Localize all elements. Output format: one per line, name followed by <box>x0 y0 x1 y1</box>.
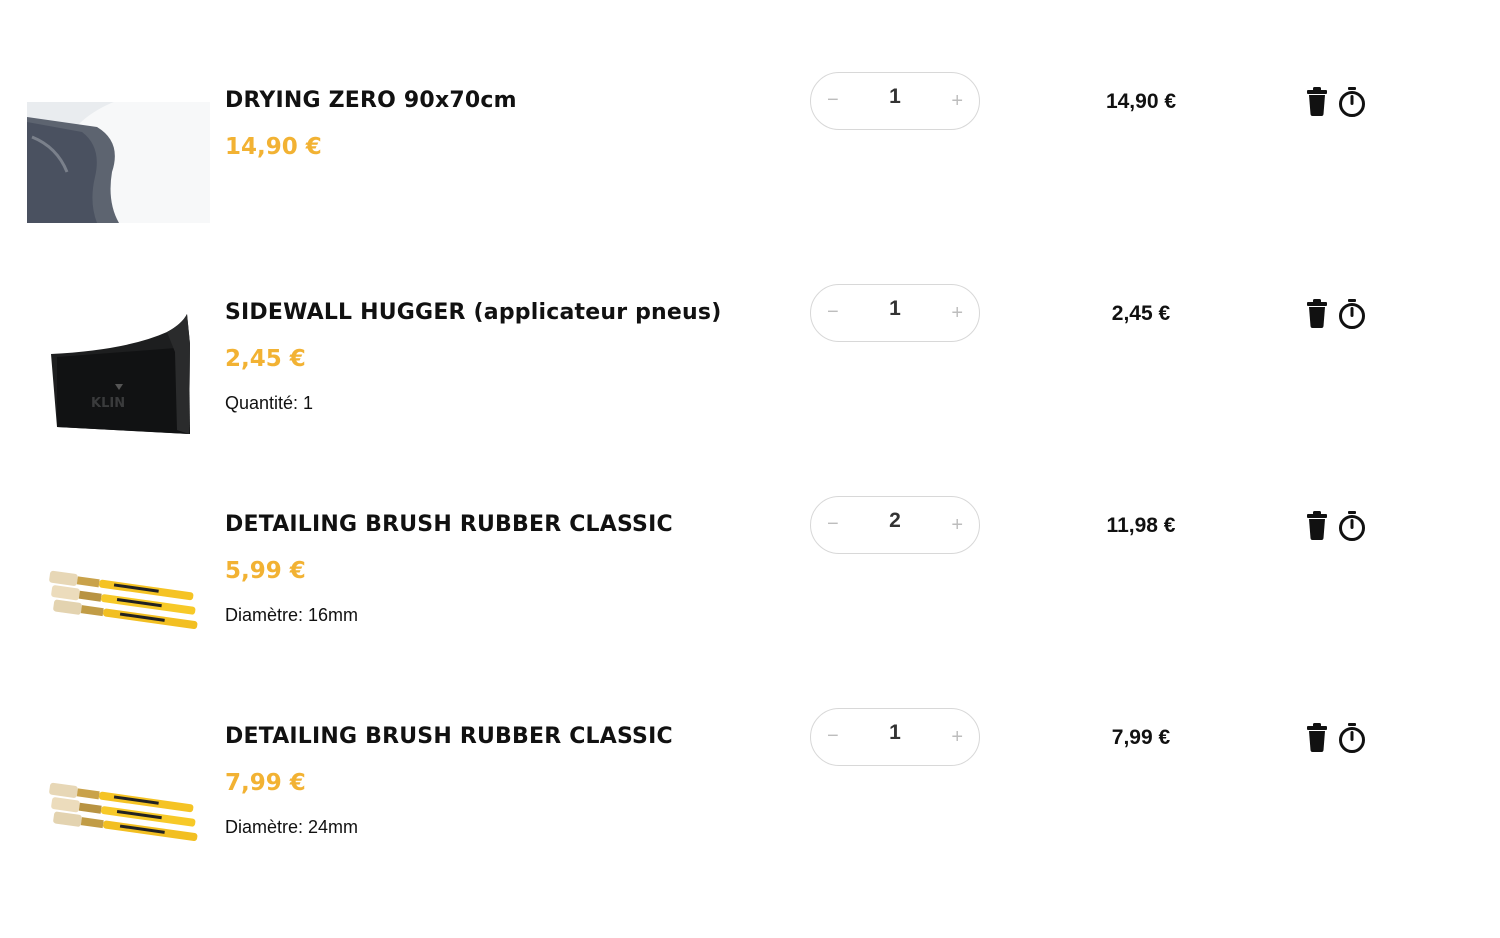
product-image[interactable] <box>27 772 210 852</box>
trash-icon[interactable] <box>1305 86 1329 116</box>
cart-list: DRYING ZERO 90x70cm 14,90 € − 1 + 14,90 … <box>0 0 1500 938</box>
stopwatch-icon[interactable] <box>1337 298 1367 330</box>
stopwatch-icon[interactable] <box>1337 722 1367 754</box>
unit-price: 2,45 € <box>225 346 306 372</box>
increase-quantity-button[interactable]: + <box>951 302 963 324</box>
unit-price: 7,99 € <box>225 770 306 796</box>
stopwatch-icon[interactable] <box>1337 510 1367 542</box>
trash-icon[interactable] <box>1305 510 1329 540</box>
item-actions <box>1305 722 1369 754</box>
increase-quantity-button[interactable]: + <box>951 514 963 536</box>
product-title[interactable]: DETAILING BRUSH RUBBER CLASSIC <box>225 512 673 537</box>
cart-item: KLIN SIDEWALL HUGGER (applicateur pneus)… <box>0 284 1500 512</box>
stopwatch-icon[interactable] <box>1337 86 1367 118</box>
cart-item: DRYING ZERO 90x70cm 14,90 € − 1 + 14,90 … <box>0 72 1500 300</box>
quantity-stepper: − 2 + <box>810 496 980 554</box>
trash-icon[interactable] <box>1305 298 1329 328</box>
product-image[interactable]: KLIN <box>27 312 210 437</box>
trash-icon[interactable] <box>1305 722 1329 752</box>
line-total: 11,98 € <box>1106 514 1176 537</box>
line-total: 2,45 € <box>1111 302 1171 325</box>
product-title[interactable]: DRYING ZERO 90x70cm <box>225 88 517 113</box>
variant-label: Diamètre: 16mm <box>225 605 359 625</box>
quantity-stepper: − 1 + <box>810 708 980 766</box>
quantity-stepper: − 1 + <box>810 284 980 342</box>
item-actions <box>1305 86 1369 118</box>
unit-price: 5,99 € <box>225 558 306 584</box>
quantity-stepper: − 1 + <box>810 72 980 130</box>
item-actions <box>1305 298 1369 330</box>
line-total: 7,99 € <box>1111 726 1171 749</box>
cart-item: DETAILING BRUSH RUBBER CLASSIC 7,99 € Di… <box>0 708 1500 936</box>
product-image[interactable] <box>27 102 210 223</box>
variant-label: Quantité: 1 <box>225 393 314 413</box>
item-actions <box>1305 510 1369 542</box>
product-image[interactable] <box>27 560 210 640</box>
svg-text:KLIN: KLIN <box>91 396 125 411</box>
cart-item: DETAILING BRUSH RUBBER CLASSIC 5,99 € Di… <box>0 496 1500 724</box>
product-title[interactable]: DETAILING BRUSH RUBBER CLASSIC <box>225 724 673 749</box>
increase-quantity-button[interactable]: + <box>951 726 963 748</box>
unit-price: 14,90 € <box>225 134 322 160</box>
variant-label: Diamètre: 24mm <box>225 817 359 837</box>
increase-quantity-button[interactable]: + <box>951 90 963 112</box>
line-total: 14,90 € <box>1105 90 1177 113</box>
product-title[interactable]: SIDEWALL HUGGER (applicateur pneus) <box>225 300 721 325</box>
